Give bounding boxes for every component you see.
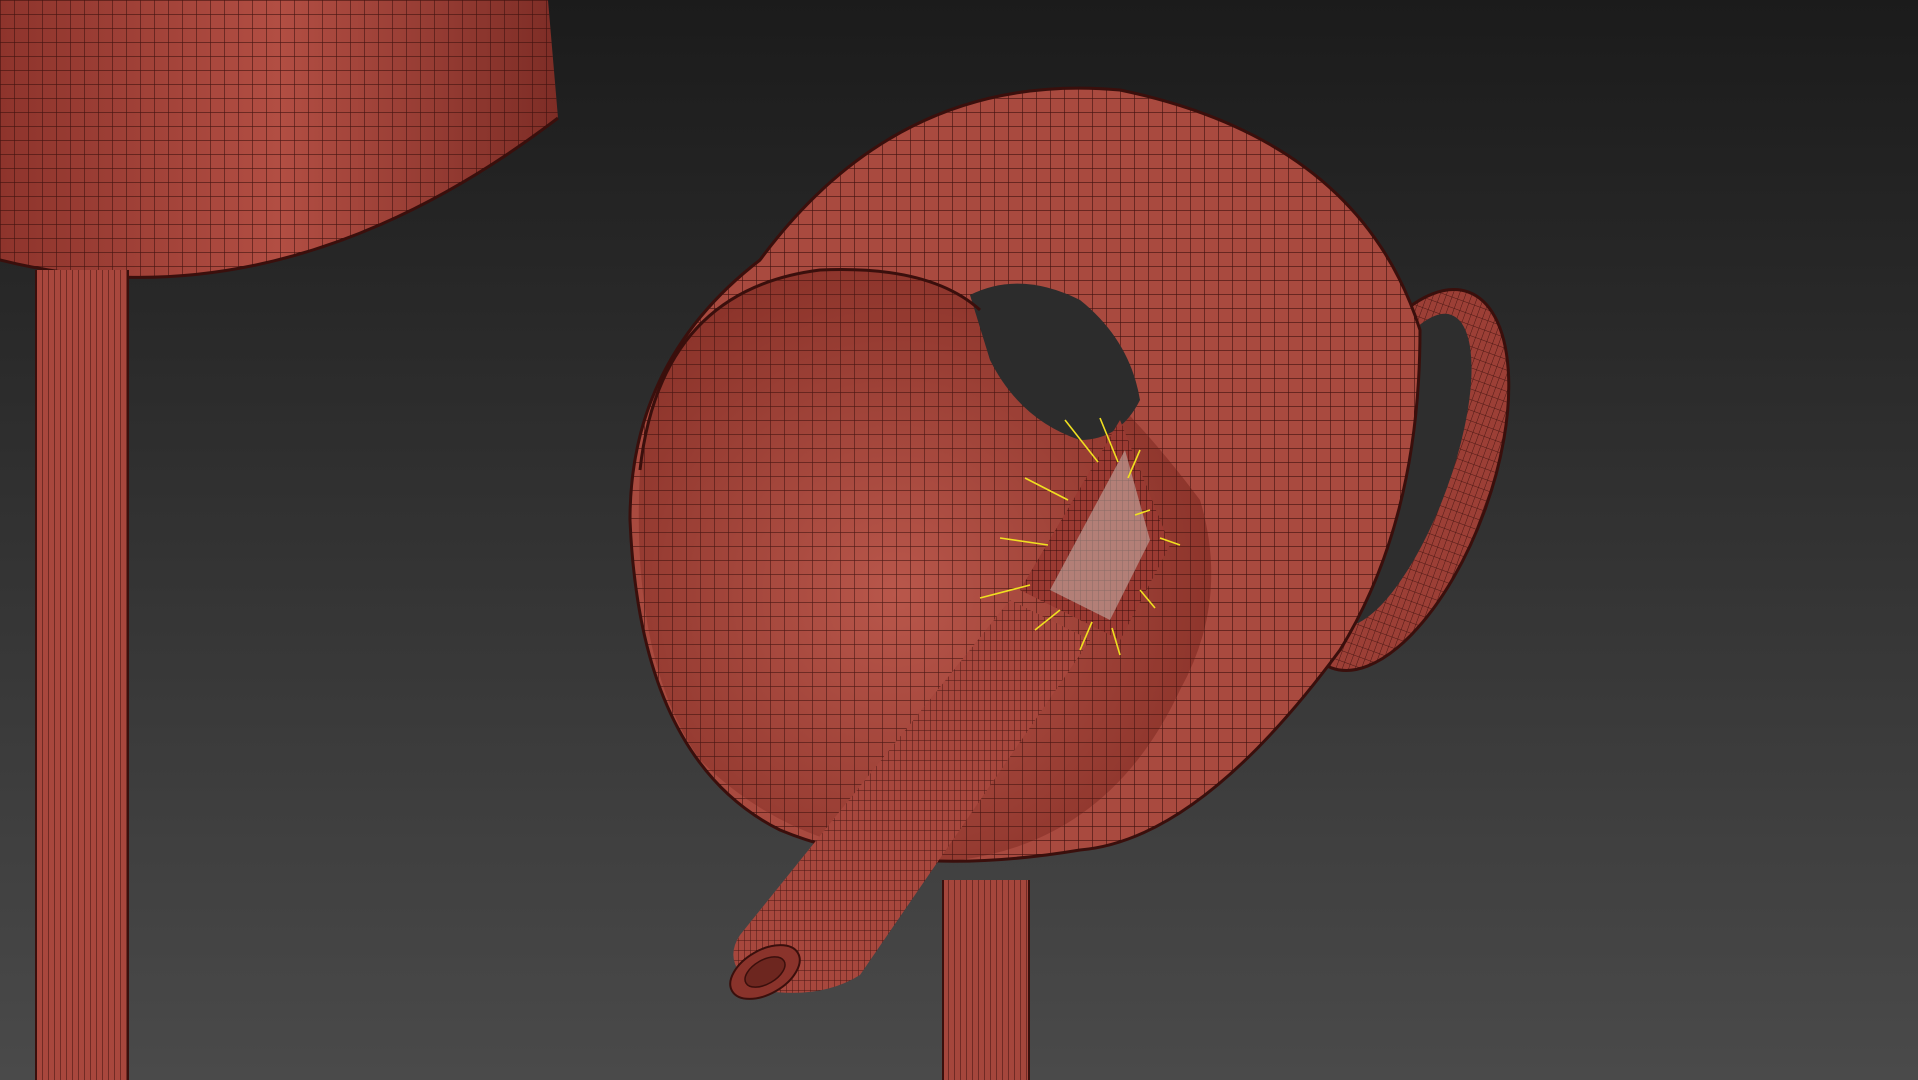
3d-viewport[interactable]: [0, 0, 1918, 1080]
spotlight-pole[interactable]: [942, 880, 1030, 1080]
scene-canvas[interactable]: [0, 0, 1918, 1080]
floor-lamp-pole-left[interactable]: [35, 270, 129, 1080]
